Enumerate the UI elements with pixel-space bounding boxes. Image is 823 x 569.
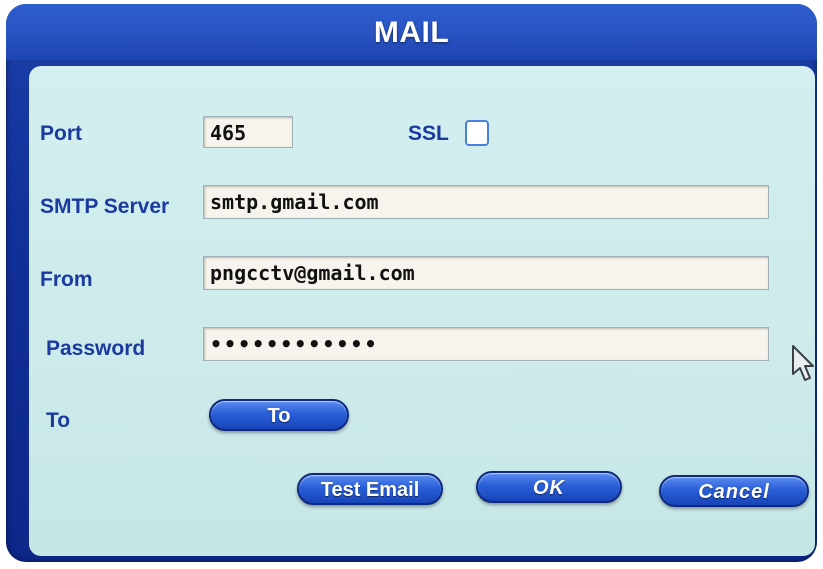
smtp-server-label: SMTP Server xyxy=(40,195,170,218)
ssl-label: SSL xyxy=(408,122,449,145)
dialog-title: MAIL xyxy=(373,16,450,49)
ssl-checkbox[interactable] xyxy=(465,120,489,146)
test-email-button[interactable]: Test Email xyxy=(297,473,443,505)
from-input[interactable]: pngcctv@gmail.com xyxy=(203,256,769,290)
from-label: From xyxy=(40,268,93,291)
title-bar: MAIL xyxy=(6,4,817,60)
ok-button[interactable]: OK xyxy=(476,471,622,503)
to-label: To xyxy=(46,409,71,432)
to-button[interactable]: To xyxy=(209,399,349,431)
password-input[interactable]: •••••••••••• xyxy=(203,327,769,361)
cancel-button[interactable]: Cancel xyxy=(659,475,809,507)
mail-dialog: MAIL Port 465 SSL SMTP Server smtp.gmail… xyxy=(6,4,817,562)
port-input[interactable]: 465 xyxy=(203,116,293,148)
smtp-server-input[interactable]: smtp.gmail.com xyxy=(203,185,769,219)
password-label: Password xyxy=(46,337,146,360)
port-label: Port xyxy=(40,122,82,145)
mail-form-panel: Port 465 SSL SMTP Server smtp.gmail.com … xyxy=(29,66,815,556)
mouse-pointer-icon xyxy=(791,344,815,389)
